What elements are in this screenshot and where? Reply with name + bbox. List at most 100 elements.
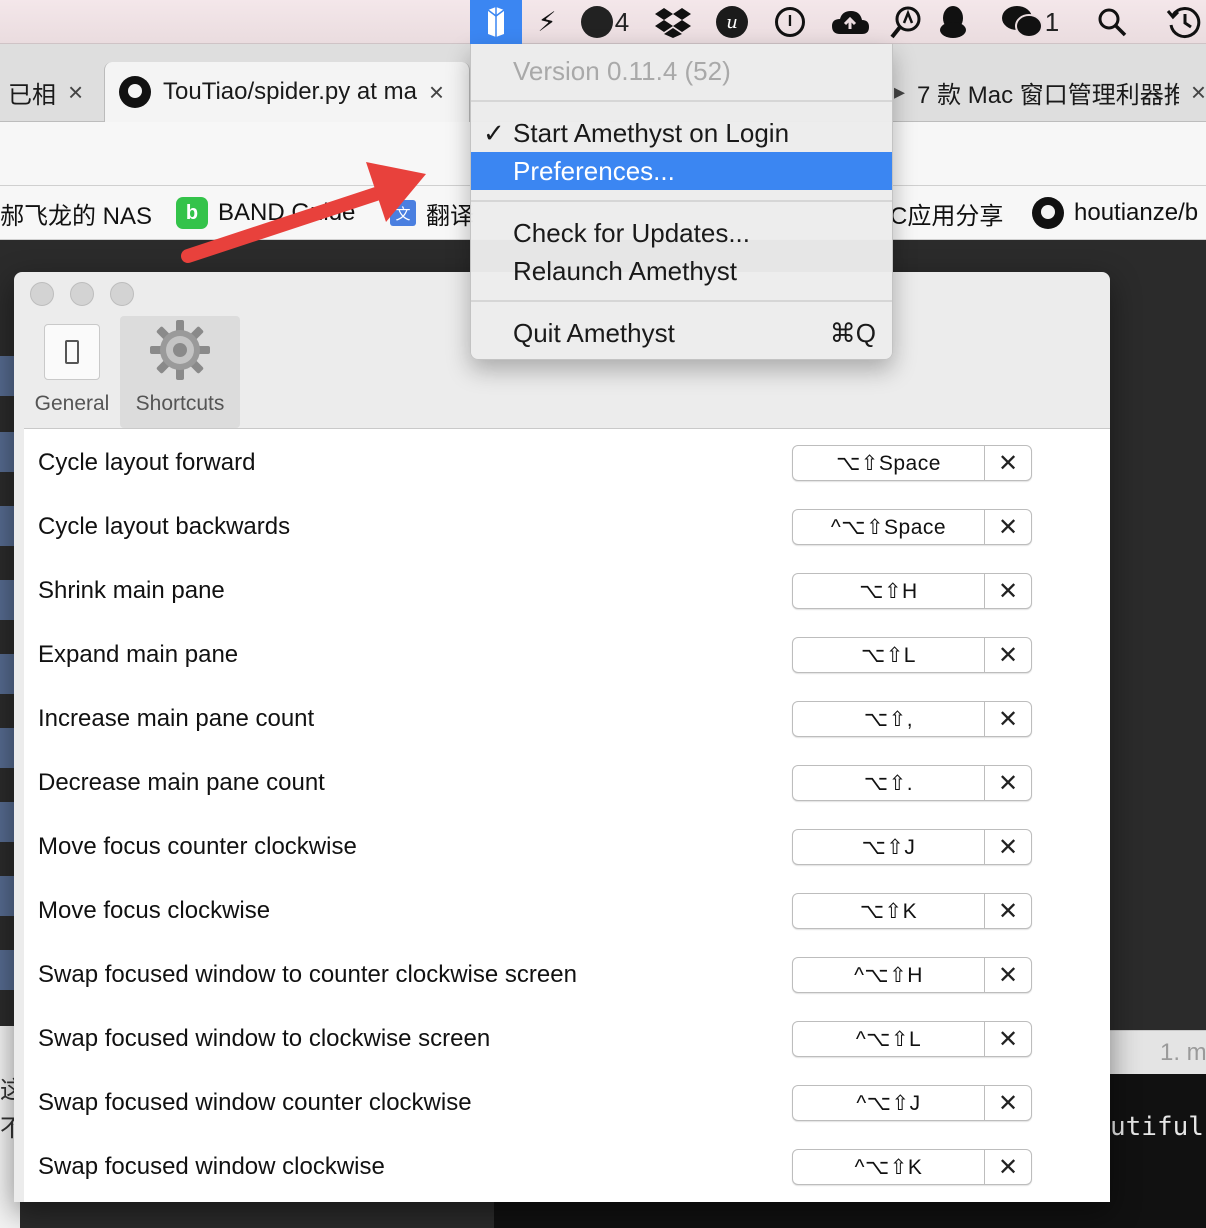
menu-item-label: Quit Amethyst [513, 318, 675, 348]
bolt-icon[interactable]: ⚡ [528, 0, 566, 44]
clear-shortcut-button[interactable]: ✕ [985, 958, 1031, 992]
menu-bar: ⚡ 4 u I 1 [0, 0, 1206, 44]
shortcut-row-decrease-main-pane-count: Decrease main pane count ⌥⇧. ✕ [24, 751, 1110, 815]
menu-check-for-updates[interactable]: Check for Updates... [471, 214, 892, 252]
wechat-count: 1 [1044, 6, 1060, 37]
window-zoom-button[interactable] [110, 282, 134, 306]
time-machine-icon[interactable] [1160, 0, 1206, 44]
background-chip [0, 432, 14, 472]
shortcut-recorder[interactable]: ^⌥⇧K ✕ [792, 1149, 1032, 1185]
menu-start-on-login[interactable]: ✓ Start Amethyst on Login [471, 114, 892, 152]
clear-shortcut-button[interactable]: ✕ [985, 1022, 1031, 1056]
shortcut-keys[interactable]: ^⌥⇧L [793, 1022, 985, 1056]
clear-shortcut-button[interactable]: ✕ [985, 638, 1031, 672]
alfred-icon[interactable] [884, 0, 928, 44]
cloud-upload-icon[interactable] [826, 0, 874, 44]
amethyst-menu-icon[interactable] [470, 0, 522, 44]
shortcut-row-swap-window-cw: Swap focused window clockwise ^⌥⇧K ✕ [24, 1135, 1110, 1199]
shortcut-keys[interactable]: ^⌥⇧K [793, 1150, 985, 1184]
ulysses-icon[interactable]: u [710, 0, 754, 44]
close-icon[interactable]: × [429, 77, 444, 108]
menu-relaunch[interactable]: Relaunch Amethyst [471, 252, 892, 290]
shortcut-recorder[interactable]: ^⌥⇧Space ✕ [792, 509, 1032, 545]
shortcut-label: Swap focused window clockwise [38, 1153, 385, 1180]
tab-shortcuts[interactable]: Shortcuts [120, 316, 240, 428]
shortcut-recorder[interactable]: ⌥⇧K ✕ [792, 893, 1032, 929]
shortcut-keys[interactable]: ^⌥⇧H [793, 958, 985, 992]
shortcut-recorder[interactable]: ^⌥⇧J ✕ [792, 1085, 1032, 1121]
bookmark-label: houtianze/b [1074, 199, 1199, 226]
shortcut-row-increase-main-pane-count: Increase main pane count ⌥⇧, ✕ [24, 687, 1110, 751]
qq-penguin-icon[interactable] [934, 0, 972, 44]
background-chip [0, 654, 14, 694]
shortcut-recorder[interactable]: ⌥⇧Space ✕ [792, 445, 1032, 481]
clear-shortcut-button[interactable]: ✕ [985, 510, 1031, 544]
close-icon[interactable]: × [1191, 77, 1206, 108]
clear-shortcut-button[interactable]: ✕ [985, 830, 1031, 864]
1password-icon[interactable]: I [768, 0, 812, 44]
bookmark-mac-app[interactable]: C应用分享 [890, 186, 1003, 240]
terminal-tab: 1. m [1110, 1030, 1206, 1074]
shortcut-keys[interactable]: ^⌥⇧J [793, 1086, 985, 1120]
extras-count: 4 [614, 6, 630, 37]
dropbox-icon[interactable] [650, 0, 696, 44]
menu-separator [471, 300, 892, 302]
menu-item-shortcut: ⌘Q [829, 318, 876, 348]
shortcut-keys[interactable]: ⌥⇧L [793, 638, 985, 672]
shortcut-keys[interactable]: ⌥⇧Space [793, 446, 985, 480]
shortcut-row-cycle-layout-backwards: Cycle layout backwards ^⌥⇧Space ✕ [24, 495, 1110, 559]
tab-separator-icon: ▸ [894, 79, 906, 104]
shortcut-keys[interactable]: ⌥⇧, [793, 702, 985, 736]
shortcut-row-swap-window-ccw-screen: Swap focused window to counter clockwise… [24, 943, 1110, 1007]
shortcut-row-cycle-layout-forward: Cycle layout forward ⌥⇧Space ✕ [24, 431, 1110, 495]
tab-mac-window-manager[interactable]: ▸ 7 款 Mac 窗口管理利器推 × [894, 62, 1206, 122]
shortcut-keys[interactable]: ⌥⇧K [793, 894, 985, 928]
shortcut-recorder[interactable]: ⌥⇧L ✕ [792, 637, 1032, 673]
tab-label: General [34, 392, 110, 415]
window-close-button[interactable] [30, 282, 54, 306]
shortcut-recorder[interactable]: ⌥⇧J ✕ [792, 829, 1032, 865]
shortcut-recorder[interactable]: ^⌥⇧H ✕ [792, 957, 1032, 993]
clear-shortcut-button[interactable]: ✕ [985, 574, 1031, 608]
wechat-icon[interactable]: 1 [988, 0, 1072, 44]
menu-separator [471, 100, 892, 102]
amethyst-gem-icon [487, 7, 505, 37]
menu-separator [471, 200, 892, 202]
shortcut-keys[interactable]: ⌥⇧J [793, 830, 985, 864]
spotlight-search-icon[interactable] [1092, 0, 1132, 44]
bird-extras-icon[interactable]: 4 [574, 0, 636, 44]
window-minimize-button[interactable] [70, 282, 94, 306]
menu-preferences[interactable]: Preferences... [471, 152, 892, 190]
clear-shortcut-button[interactable]: ✕ [985, 894, 1031, 928]
shortcut-keys[interactable]: ⌥⇧. [793, 766, 985, 800]
shortcut-row-expand-main-pane: Expand main pane ⌥⇧L ✕ [24, 623, 1110, 687]
clear-shortcut-button[interactable]: ✕ [985, 766, 1031, 800]
clear-shortcut-button[interactable]: ✕ [985, 446, 1031, 480]
clear-shortcut-button[interactable]: ✕ [985, 1150, 1031, 1184]
tab-left-partial[interactable]: 已相 × [8, 62, 94, 122]
tab-general[interactable]: General [14, 316, 132, 428]
shortcut-label: Shrink main pane [38, 577, 225, 604]
bookmark-nas[interactable]: 郝飞龙的 NAS [0, 186, 152, 240]
clear-shortcut-button[interactable]: ✕ [985, 1086, 1031, 1120]
checkmark-icon: ✓ [483, 118, 505, 148]
background-chip [0, 802, 14, 842]
shortcut-keys[interactable]: ⌥⇧H [793, 574, 985, 608]
bookmark-github-houtianze[interactable]: houtianze/b [1032, 186, 1198, 240]
menu-version: Version 0.11.4 (52) [513, 56, 731, 86]
shortcut-recorder[interactable]: ^⌥⇧L ✕ [792, 1021, 1032, 1057]
close-icon[interactable]: × [68, 77, 83, 108]
clear-shortcut-button[interactable]: ✕ [985, 702, 1031, 736]
preferences-window: General Shortcuts Cycle layout forward ⌥ [14, 272, 1110, 1202]
menu-quit[interactable]: Quit Amethyst ⌘Q [471, 314, 892, 352]
tab-github-spider[interactable]: TouTiao/spider.py at ma × [104, 62, 470, 122]
bookmark-label: C应用分享 [890, 202, 1004, 230]
shortcut-keys[interactable]: ^⌥⇧Space [793, 510, 985, 544]
menu-item-label: Preferences... [513, 156, 675, 186]
shortcut-recorder[interactable]: ⌥⇧, ✕ [792, 701, 1032, 737]
tab-title: 7 款 Mac 窗口管理利器推 [917, 81, 1179, 109]
shortcut-label: Move focus counter clockwise [38, 833, 357, 860]
shortcut-label: Swap focused window to counter clockwise… [38, 961, 577, 988]
shortcut-recorder[interactable]: ⌥⇧. ✕ [792, 765, 1032, 801]
shortcut-recorder[interactable]: ⌥⇧H ✕ [792, 573, 1032, 609]
